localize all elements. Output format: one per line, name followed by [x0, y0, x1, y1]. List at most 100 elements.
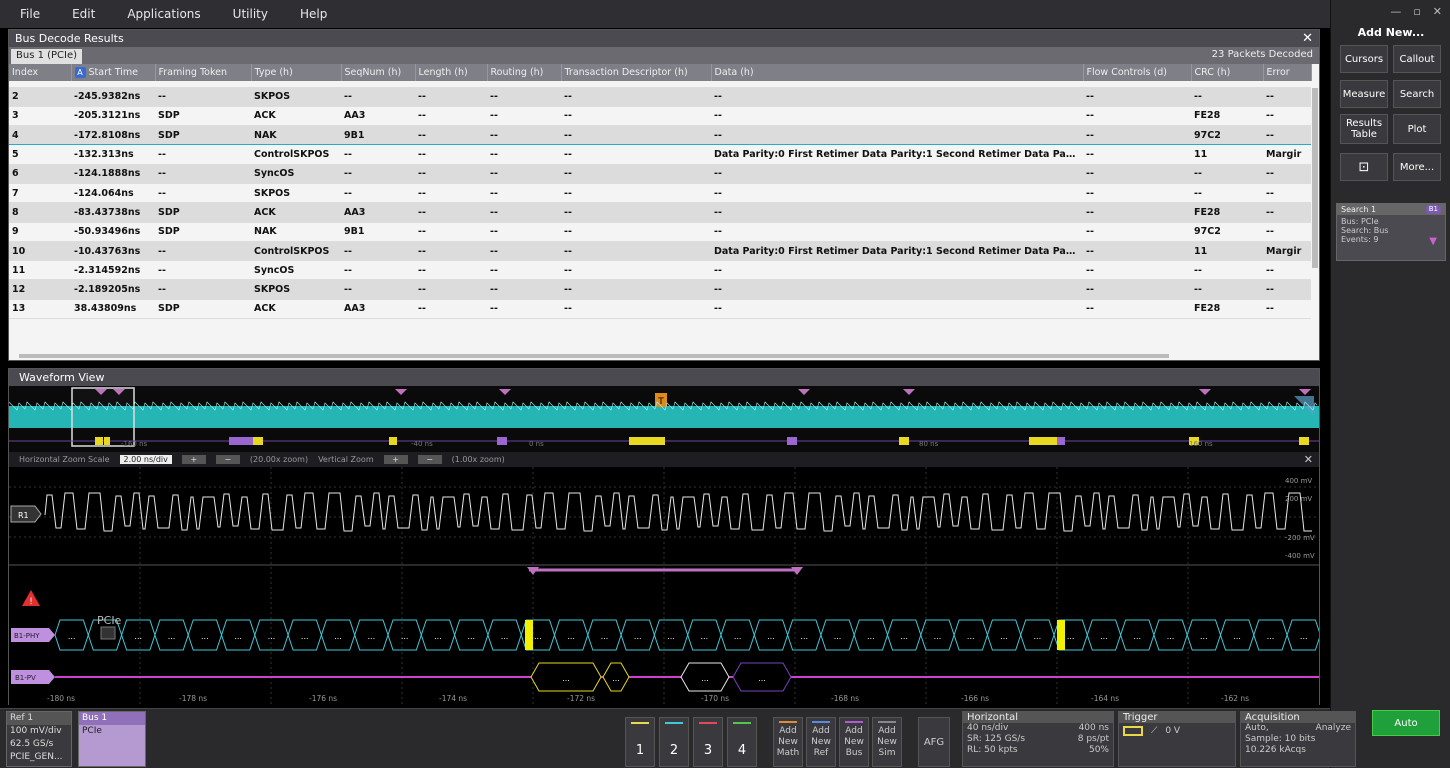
- add-new-bus-button[interactable]: Add New Bus: [839, 717, 869, 767]
- column-header[interactable]: Transaction Descriptor (h): [561, 64, 712, 81]
- column-header[interactable]: Data (h): [711, 64, 1084, 81]
- phy-symbol-label: ...: [734, 632, 742, 641]
- column-header[interactable]: Routing (h): [487, 64, 562, 81]
- column-header[interactable]: Index: [9, 64, 72, 81]
- menu-file[interactable]: File: [0, 7, 56, 21]
- acquisition-settings-panel[interactable]: Acquisition Auto, Analyze Sample: 10 bits…: [1240, 711, 1356, 767]
- acq-mode: Auto,: [1245, 723, 1269, 733]
- table-cell: --: [487, 183, 561, 204]
- table-cell: 5: [9, 144, 71, 165]
- channel-4-button[interactable]: 4: [727, 717, 757, 767]
- add-ref-line-1: Add: [812, 726, 830, 736]
- menu-help[interactable]: Help: [284, 7, 343, 21]
- column-header[interactable]: SeqNum (h): [341, 64, 416, 81]
- column-header[interactable]: A Start Time: [71, 64, 156, 81]
- table-cell: --: [155, 279, 251, 300]
- close-window-icon[interactable]: ✕: [1433, 5, 1442, 18]
- h-zoom-minus-button[interactable]: −: [215, 455, 240, 464]
- table-cell: --: [561, 299, 711, 320]
- add-new-ref-button[interactable]: Add New Ref: [806, 717, 836, 767]
- time-axis-label: -166 ns: [961, 694, 989, 703]
- v-zoom-plus-button[interactable]: +: [383, 455, 408, 464]
- afg-button[interactable]: AFG: [918, 717, 950, 767]
- horizontal-scrollbar[interactable]: [19, 354, 1169, 358]
- table-row[interactable]: 9 -50.93496ns SDP NAK 9B1 -- -- -- -- -- 97C2 --: [9, 222, 1311, 242]
- voltage-label: 400 mV: [1285, 477, 1312, 485]
- results-table-button[interactable]: Results Table: [1340, 114, 1388, 144]
- measure-button[interactable]: Measure: [1340, 80, 1388, 108]
- table-row[interactable]: 3 -205.3121ns SDP ACK AA3 -- -- -- -- -- FE28 --: [9, 106, 1311, 127]
- auto-button[interactable]: Auto: [1372, 710, 1440, 736]
- menu-edit[interactable]: Edit: [56, 7, 111, 21]
- column-header[interactable]: Framing Token: [155, 64, 252, 81]
- phy-symbol-label: ...: [301, 632, 309, 641]
- phy-symbol-label: ...: [434, 632, 442, 641]
- add-new-math-button[interactable]: Add New Math: [773, 717, 803, 767]
- trigger-settings-panel[interactable]: Trigger ⟋ 0 V: [1118, 711, 1236, 767]
- table-cell: -245.9382ns: [71, 87, 155, 107]
- time-axis-label: -170 ns: [701, 694, 729, 703]
- horizontal-zoom-scale-input[interactable]: 2.00 ns/div: [119, 455, 172, 464]
- zoomed-waveform-area[interactable]: R1 400 mV 200 mV -200 mV -400 mV ! ........…: [9, 467, 1319, 705]
- table-cell: --: [561, 87, 711, 107]
- table-row[interactable]: 12 -2.189205ns -- SKPOS -- -- -- -- -- -- -- --: [9, 279, 1311, 300]
- callout-button[interactable]: Callout: [1393, 45, 1441, 73]
- menu-applications[interactable]: Applications: [111, 7, 216, 21]
- channel-3-label: 3: [703, 743, 713, 758]
- table-cell: NAK: [251, 125, 341, 146]
- table-row[interactable]: 6 -124.1888ns -- SyncOS -- -- -- -- -- -- -- --: [9, 164, 1311, 184]
- table-cell: --: [487, 106, 561, 127]
- table-row[interactable]: 4 -172.8108ns SDP NAK 9B1 -- -- -- -- -- 97C2 --: [9, 125, 1311, 146]
- table-row[interactable]: 10 -10.43763ns -- ControlSKPOS -- -- -- -- Data …: [9, 241, 1311, 262]
- table-cell: -2.189205ns: [71, 279, 155, 300]
- phy-symbol-label: ...: [134, 632, 142, 641]
- tab-bus-1[interactable]: Bus 1 (PCIe): [11, 49, 83, 64]
- horizontal-duration: 400 ns: [1078, 723, 1109, 733]
- table-cell: --: [341, 144, 415, 165]
- h-zoom-plus-button[interactable]: +: [181, 455, 206, 464]
- table-row[interactable]: 5 -132.313ns -- ControlSKPOS -- -- -- -- Data Pa…: [9, 144, 1311, 165]
- zoom-area-icon[interactable]: ⊡: [1340, 153, 1388, 181]
- column-header[interactable]: Flow Controls (d): [1083, 64, 1192, 81]
- ref-1-rate: 62.5 GS/s: [10, 739, 54, 749]
- table-row[interactable]: 2 -245.9382ns -- SKPOS -- -- -- -- -- -- -- --: [9, 87, 1311, 107]
- zoom-close-icon[interactable]: ✕: [1304, 453, 1313, 466]
- phy-symbol-label: ...: [501, 632, 509, 641]
- column-header[interactable]: Type (h): [251, 64, 342, 81]
- add-new-sim-button[interactable]: Add New Sim: [872, 717, 902, 767]
- overview-time-label: 160 ns: [1189, 440, 1213, 448]
- table-cell: ACK: [251, 299, 341, 320]
- plot-button[interactable]: Plot: [1393, 114, 1441, 144]
- table-row[interactable]: 7 -124.064ns -- SKPOS -- -- -- -- -- -- -- --: [9, 183, 1311, 204]
- v-zoom-minus-button[interactable]: −: [417, 455, 442, 464]
- overview-strip[interactable]: T -160 ns -40 ns 0 ns 80 ns 160 ns: [9, 386, 1319, 452]
- channel-1-button[interactable]: 1: [625, 717, 655, 767]
- horizontal-settings-panel[interactable]: Horizontal 40 ns/div 400 ns SR: 125 GS/s 8…: [962, 711, 1114, 767]
- vertical-scrollbar[interactable]: [1312, 88, 1318, 268]
- channel-2-button[interactable]: 2: [659, 717, 689, 767]
- close-icon[interactable]: ✕: [1302, 30, 1313, 47]
- table-row[interactable]: 11 -2.314592ns -- SyncOS -- -- -- -- -- -- -- --: [9, 260, 1311, 281]
- column-header[interactable]: CRC (h): [1191, 64, 1264, 81]
- column-header[interactable]: Length (h): [415, 64, 488, 81]
- cursors-button[interactable]: Cursors: [1340, 45, 1388, 73]
- bus-1-badge[interactable]: Bus 1 PCIe: [78, 711, 146, 767]
- table-cell: --: [415, 222, 487, 242]
- search-button[interactable]: Search: [1393, 80, 1441, 108]
- menu-utility[interactable]: Utility: [217, 7, 284, 21]
- restore-icon[interactable]: ▫: [1413, 5, 1420, 18]
- column-header[interactable]: Error: [1263, 64, 1312, 81]
- table-row[interactable]: 8 -83.43738ns SDP ACK AA3 -- -- -- -- -- FE28 --: [9, 202, 1311, 223]
- channel-3-button[interactable]: 3: [693, 717, 723, 767]
- more-button[interactable]: More...: [1393, 153, 1441, 181]
- table-cell: -132.313ns: [71, 144, 155, 165]
- table-cell: --: [1263, 299, 1311, 320]
- table-row[interactable]: 13 38.43809ns SDP ACK AA3 -- -- -- -- -- FE28 --: [9, 299, 1311, 320]
- ref-1-badge[interactable]: Ref 1 100 mV/div 62.5 GS/s PCIE_GEN...: [6, 711, 72, 767]
- r1-channel-handle: R1: [10, 505, 42, 523]
- minimize-icon[interactable]: —: [1390, 5, 1401, 18]
- table-cell: --: [341, 241, 415, 262]
- ref-1-scale: 100 mV/div: [10, 726, 62, 736]
- search-1-badge[interactable]: Search 1 B1 Bus: PCIe Search: Bus Events:…: [1336, 203, 1446, 261]
- table-cell: --: [1083, 241, 1191, 262]
